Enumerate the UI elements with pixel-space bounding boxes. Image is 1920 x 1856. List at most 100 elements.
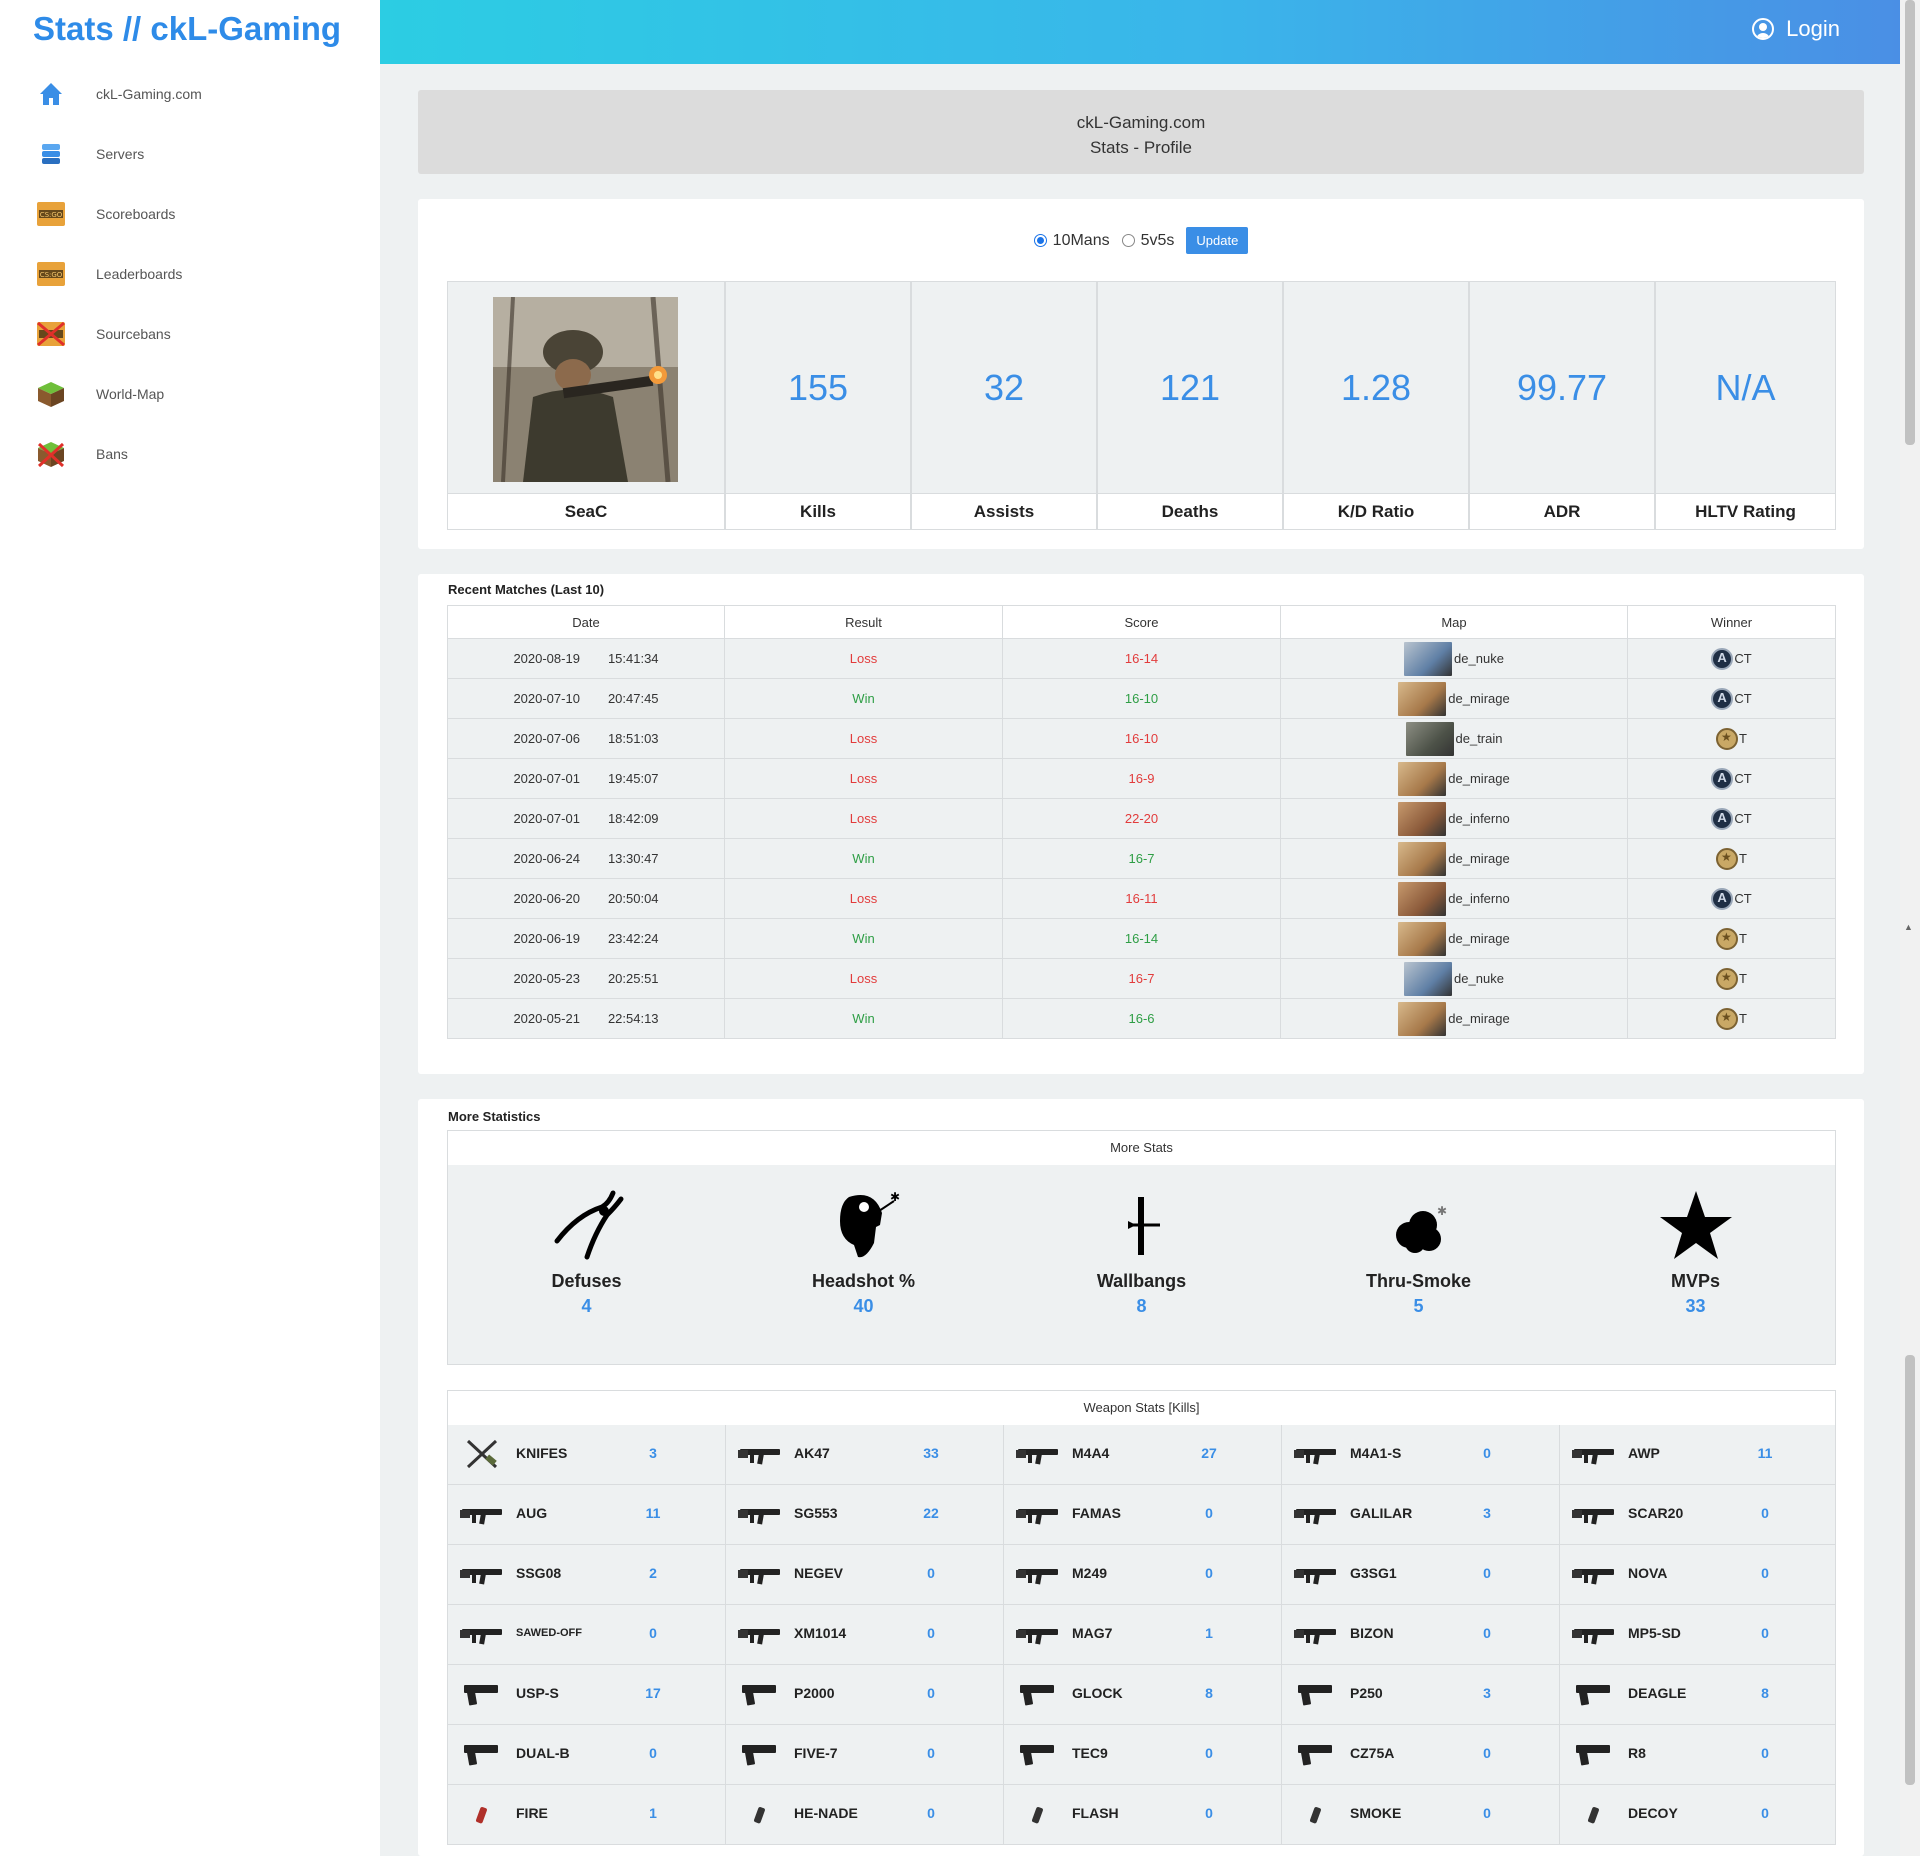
match-winner: CT bbox=[1734, 771, 1752, 786]
weapon-name: AWP bbox=[1628, 1445, 1660, 1461]
stat-value: 99.77 bbox=[1516, 367, 1608, 408]
sidebar-item-bans[interactable]: Bans bbox=[36, 432, 356, 476]
match-row[interactable]: 2020-08-19 15:41:34 Loss16-14 de_nuke CT bbox=[447, 639, 1836, 679]
stat-kills: 155 Kills bbox=[725, 281, 911, 530]
stat-label: HLTV Rating bbox=[1655, 493, 1836, 530]
page-scrollbar[interactable]: ▲ bbox=[1900, 0, 1920, 1856]
xm1014-icon bbox=[738, 1619, 782, 1649]
weapon-name: USP-S bbox=[516, 1685, 559, 1701]
match-winner-cell: T bbox=[1628, 919, 1835, 958]
weapon-cell: NOVA 0 bbox=[1560, 1545, 1837, 1604]
match-map-cell: de_mirage bbox=[1281, 999, 1628, 1038]
match-row[interactable]: 2020-06-20 20:50:04 Loss16-11 de_inferno CT bbox=[447, 879, 1836, 919]
ssg08-icon bbox=[460, 1559, 504, 1589]
matches-table-header: Date Result Score Map Winner bbox=[447, 605, 1836, 639]
match-row[interactable]: 2020-07-01 18:42:09 Loss22-20 de_inferno CT bbox=[447, 799, 1836, 839]
match-result: Loss bbox=[725, 959, 1003, 998]
mode-option-10mans[interactable]: 10Mans bbox=[1033, 232, 1110, 250]
match-winner-cell: CT bbox=[1628, 799, 1835, 838]
stat-assists: 32 Assists bbox=[911, 281, 1097, 530]
sawed-off-icon bbox=[460, 1619, 504, 1649]
smoke-icon bbox=[1294, 1799, 1338, 1829]
weapon-row: FIRE 1 HE-NADE 0 FLASH 0 SMOKE 0 DECOY 0 bbox=[447, 1785, 1836, 1845]
galilar-icon bbox=[1294, 1499, 1338, 1529]
scrollbar-thumb[interactable] bbox=[1905, 0, 1915, 445]
stat-value: 32 bbox=[983, 367, 1025, 408]
match-row[interactable]: 2020-06-24 13:30:47 Win16-7 de_mirage T bbox=[447, 839, 1836, 879]
weapon-cell: P2000 0 bbox=[726, 1665, 1004, 1724]
weapon-kills: 0 bbox=[927, 1685, 935, 1701]
weapon-cell: G3SG1 0 bbox=[1282, 1545, 1560, 1604]
match-time: 20:50:04 bbox=[607, 891, 659, 906]
weapon-name: DEAGLE bbox=[1628, 1685, 1687, 1701]
scrollbar-thumb[interactable] bbox=[1905, 1355, 1915, 1785]
match-date-cell: 2020-07-10 20:47:45 bbox=[448, 679, 725, 718]
weapon-cell: SAWED-OFF 0 bbox=[448, 1605, 726, 1664]
match-map-cell: de_mirage bbox=[1281, 679, 1628, 718]
awp-icon bbox=[1572, 1439, 1616, 1469]
match-row[interactable]: 2020-05-21 22:54:13 Win16-6 de_mirage T bbox=[447, 999, 1836, 1039]
nova-icon bbox=[1572, 1559, 1616, 1589]
weapon-kills: 1 bbox=[1205, 1625, 1213, 1641]
match-map-cell: de_mirage bbox=[1281, 839, 1628, 878]
sidebar-item-servers[interactable]: Servers bbox=[36, 132, 356, 176]
scroll-up-arrow-icon[interactable]: ▲ bbox=[1904, 922, 1913, 932]
weapon-name: SG553 bbox=[794, 1505, 838, 1521]
login-button[interactable]: Login bbox=[1752, 16, 1840, 42]
headshot-icon: ✱ bbox=[824, 1185, 904, 1265]
match-date-cell: 2020-05-23 20:25:51 bbox=[448, 959, 725, 998]
tec9-icon bbox=[1016, 1739, 1060, 1769]
site-name: ckL-Gaming.com bbox=[1076, 113, 1206, 132]
sidebar-item-home[interactable]: ckL-Gaming.com bbox=[36, 72, 356, 116]
weapon-kills: 0 bbox=[1761, 1745, 1769, 1761]
glock-icon bbox=[1016, 1679, 1060, 1709]
match-date-cell: 2020-07-01 19:45:07 bbox=[448, 759, 725, 798]
match-row[interactable]: 2020-06-19 23:42:24 Win16-14 de_mirage T bbox=[447, 919, 1836, 959]
weapon-kills: 17 bbox=[645, 1685, 661, 1701]
user-circle-icon bbox=[1752, 18, 1775, 40]
match-row[interactable]: 2020-07-06 18:51:03 Loss16-10 de_train T bbox=[447, 719, 1836, 759]
weapon-name: XM1014 bbox=[794, 1625, 847, 1641]
radio-10mans[interactable] bbox=[1033, 234, 1047, 247]
weapon-cell: FIVE-7 0 bbox=[726, 1725, 1004, 1784]
home-icon bbox=[36, 79, 66, 109]
match-row[interactable]: 2020-07-10 20:47:45 Win16-10 de_mirage CT bbox=[447, 679, 1836, 719]
sidebar-item-leaderboards[interactable]: CS:GO Leaderboards bbox=[36, 252, 356, 296]
match-score: 16-14 bbox=[1003, 639, 1281, 678]
weapon-kills: 0 bbox=[1761, 1505, 1769, 1521]
svg-text:✱: ✱ bbox=[890, 1190, 900, 1204]
mag7-icon bbox=[1016, 1619, 1060, 1649]
radio-5v5s[interactable] bbox=[1121, 234, 1135, 247]
weapon-cell: SSG08 2 bbox=[448, 1545, 726, 1604]
match-score: 16-10 bbox=[1003, 719, 1281, 758]
match-date: 2020-07-10 bbox=[513, 691, 580, 706]
update-button[interactable]: Update bbox=[1186, 227, 1249, 254]
match-winner: T bbox=[1739, 931, 1747, 946]
weapon-kills: 0 bbox=[649, 1625, 657, 1641]
match-row[interactable]: 2020-05-23 20:25:51 Loss16-7 de_nuke T bbox=[447, 959, 1836, 999]
match-date: 2020-05-21 bbox=[513, 1011, 580, 1026]
flash-icon bbox=[1016, 1799, 1060, 1829]
p250-icon bbox=[1294, 1679, 1338, 1709]
mode-option-5v5s[interactable]: 5v5s bbox=[1121, 232, 1174, 250]
weapon-name: FIRE bbox=[516, 1805, 548, 1821]
weapon-kills: 3 bbox=[649, 1445, 657, 1461]
match-time: 13:30:47 bbox=[607, 851, 659, 866]
sidebar-item-scoreboards[interactable]: CS:GO Scoreboards bbox=[36, 192, 356, 236]
weapon-kills: 0 bbox=[1205, 1565, 1213, 1581]
match-winner-cell: CT bbox=[1628, 759, 1835, 798]
brand-title[interactable]: Stats // ckL-Gaming bbox=[33, 10, 341, 48]
decoy-icon bbox=[1572, 1799, 1616, 1829]
r8-icon bbox=[1572, 1739, 1616, 1769]
player-name[interactable]: SeaC bbox=[447, 493, 725, 530]
match-map: de_inferno bbox=[1448, 811, 1510, 826]
match-winner-cell: CT bbox=[1628, 879, 1835, 918]
m249-icon bbox=[1016, 1559, 1060, 1589]
sidebar-item-world-map[interactable]: World-Map bbox=[36, 372, 356, 416]
match-result: Loss bbox=[725, 759, 1003, 798]
weapon-cell: XM1014 0 bbox=[726, 1605, 1004, 1664]
sidebar-item-sourcebans[interactable]: Sourcebans bbox=[36, 312, 356, 356]
page-title: Stats - Profile bbox=[1089, 138, 1193, 157]
weapon-kills: 0 bbox=[1483, 1445, 1491, 1461]
match-row[interactable]: 2020-07-01 19:45:07 Loss16-9 de_mirage CT bbox=[447, 759, 1836, 799]
